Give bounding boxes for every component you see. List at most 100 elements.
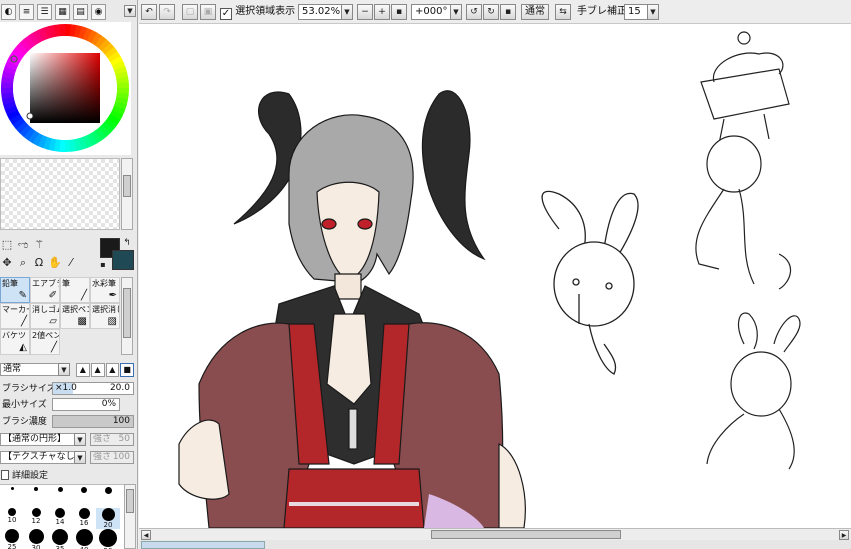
zoom-field[interactable]: 53.02% (298, 4, 342, 20)
blend-mode-button[interactable]: 通常 (521, 4, 549, 20)
undo-icon: ↶ (145, 7, 153, 17)
rgb-slider-tab[interactable]: ≡ (19, 4, 34, 20)
scroll-left-button[interactable]: ◀ (141, 530, 151, 540)
swatches-tab[interactable]: ▦ (55, 4, 70, 20)
shape-strength-slider[interactable]: 強さ 50 (90, 433, 134, 446)
min-size-slider[interactable]: 0% (52, 398, 120, 411)
rotation-dropdown[interactable]: ▼ (450, 4, 462, 20)
zoom-reset-button[interactable]: ▪ (391, 4, 407, 20)
brush-grid-scrollbar[interactable] (121, 277, 133, 355)
hue-segment[interactable] (64, 139, 71, 152)
brush-tool-2[interactable]: 筆 ╱ (60, 277, 90, 303)
size-preset[interactable] (48, 487, 72, 492)
rotate-reset-button[interactable]: ▪ (500, 4, 516, 20)
sv-marker[interactable] (26, 112, 34, 120)
scrollbar-thumb[interactable] (431, 530, 621, 539)
rotate-ccw-button[interactable]: ↺ (466, 4, 482, 20)
brush-shape-dropdown[interactable]: ▼ (74, 433, 86, 446)
size-preset[interactable]: 30 (24, 529, 48, 549)
scrollbar-thumb[interactable] (123, 288, 131, 338)
scratchpad-tab[interactable]: ◉ (91, 4, 106, 20)
brush-tool-0[interactable]: 鉛筆 ✎ (0, 277, 30, 303)
rotation-field[interactable]: +000° (411, 4, 451, 20)
brush-tool-9[interactable]: 2値ペン ╱ (30, 329, 60, 355)
rotate-cw-button[interactable]: ↻ (483, 4, 499, 20)
size-preset[interactable]: 25 (0, 529, 24, 549)
zoom-dropdown[interactable]: ▼ (341, 4, 353, 20)
hue-segment[interactable] (116, 82, 129, 89)
lasso-icon[interactable]: ಌ (16, 238, 30, 252)
drawing-canvas[interactable] (139, 24, 851, 529)
scrollbar-thumb[interactable] (126, 489, 134, 513)
size-preset[interactable]: 10 (0, 508, 24, 524)
document-tab[interactable] (141, 541, 265, 549)
size-preset[interactable] (24, 487, 48, 491)
brush-tool-1[interactable]: エアブラシ ✐ (30, 277, 60, 303)
size-preset[interactable] (96, 487, 120, 494)
zoom-in-button[interactable]: + (374, 4, 390, 20)
background-color-swatch[interactable] (112, 250, 134, 270)
size-presets-scrollbar[interactable] (124, 484, 136, 549)
advanced-settings-toggle[interactable] (1, 470, 9, 480)
size-preset[interactable]: 12 (24, 508, 48, 525)
undo-button[interactable]: ↶ (141, 4, 157, 20)
brush-tool-grid: 鉛筆✎エアブラシ✐筆╱水彩筆✒ マーカー╱消しゴム▱選択ペン▩選択消し▧ バケツ◭2… (0, 277, 120, 355)
move-icon[interactable]: ✥ (0, 256, 14, 270)
user-swatch-tab[interactable]: ▤ (73, 4, 88, 20)
rotate-icon[interactable]: Ω (32, 256, 46, 270)
size-preset[interactable]: 20 (96, 508, 120, 529)
brush-size-slider[interactable]: ×1.0 20.0 (52, 382, 134, 395)
edge-soft-icon[interactable]: ▲ (76, 363, 90, 377)
brush-tool-7[interactable]: 選択消し ▧ (90, 303, 120, 329)
stabilizer-dropdown[interactable]: ▼ (647, 4, 659, 20)
edge-hard-icon[interactable]: ▲ (105, 363, 120, 377)
reset-colors-icon[interactable]: ▪ (98, 258, 108, 272)
flip-canvas-button[interactable]: ⇆ (555, 4, 571, 20)
hand-icon[interactable]: ✋ (48, 256, 62, 270)
edge-solid-icon[interactable]: ■ (120, 363, 134, 377)
size-preset-label: 35 (55, 545, 65, 549)
rect-select-icon[interactable]: ⬚ (0, 238, 14, 252)
magic-wand-icon[interactable]: ⚚ (32, 238, 46, 252)
size-preset[interactable] (0, 487, 24, 490)
size-preset[interactable]: 40 (72, 529, 96, 549)
selection-pen-icon: ▩ (77, 316, 87, 327)
brush-tool-8[interactable]: バケツ ◭ (0, 329, 30, 355)
edge-mid-icon[interactable]: ▲ (90, 363, 105, 377)
panel-menu-button[interactable]: ▼ (124, 5, 136, 17)
brush-tool-5[interactable]: 消しゴム ▱ (30, 303, 60, 329)
brush-tool-3[interactable]: 水彩筆 ✒ (90, 277, 120, 303)
hue-segment[interactable] (59, 24, 66, 37)
brush-tool-4[interactable]: マーカー ╱ (0, 303, 30, 329)
scroll-right-button[interactable]: ▶ (839, 530, 849, 540)
hsv-slider-tab[interactable]: ☰ (37, 4, 52, 20)
scrollbar-thumb[interactable] (123, 175, 131, 197)
color-wheel[interactable] (0, 22, 131, 155)
show-selection-checkbox[interactable]: ✓ (220, 8, 232, 20)
scratchpad[interactable] (0, 158, 120, 230)
deselect-button[interactable]: ▢ (182, 4, 198, 20)
scratchpad-scrollbar[interactable] (121, 158, 133, 230)
brush-mode-dropdown[interactable]: ▼ (58, 363, 70, 376)
brush-density-slider[interactable]: 100 (52, 415, 134, 428)
invert-selection-button[interactable]: ▣ (200, 4, 216, 20)
hue-segment[interactable] (0, 87, 14, 94)
size-preset[interactable] (72, 487, 96, 493)
selection-eraser-icon: ▧ (107, 316, 117, 327)
eyedropper-icon[interactable]: ⁄ (64, 256, 78, 270)
texture-strength-slider[interactable]: 強さ 100 (90, 451, 134, 464)
zoom-out-button[interactable]: − (357, 4, 373, 20)
size-preset[interactable]: 16 (72, 508, 96, 527)
zoom-icon[interactable]: ⌕ (16, 256, 30, 270)
brush-tool-6[interactable]: 選択ペン ▩ (60, 303, 90, 329)
stabilizer-field[interactable]: 15 (624, 4, 648, 20)
show-selection-option[interactable]: ✓ 選択領域表示 (220, 4, 295, 20)
size-preset[interactable]: 35 (48, 529, 72, 549)
color-wheel-tab[interactable]: ◐ (1, 4, 16, 20)
canvas-horizontal-scrollbar[interactable]: ◀ ▶ (139, 528, 851, 540)
size-preset[interactable]: 14 (48, 508, 72, 526)
size-preset[interactable]: 50 (96, 529, 120, 549)
redo-button[interactable]: ↷ (159, 4, 175, 20)
brush-texture-dropdown[interactable]: ▼ (74, 451, 86, 464)
swap-colors-icon[interactable]: ↰ (122, 236, 132, 250)
